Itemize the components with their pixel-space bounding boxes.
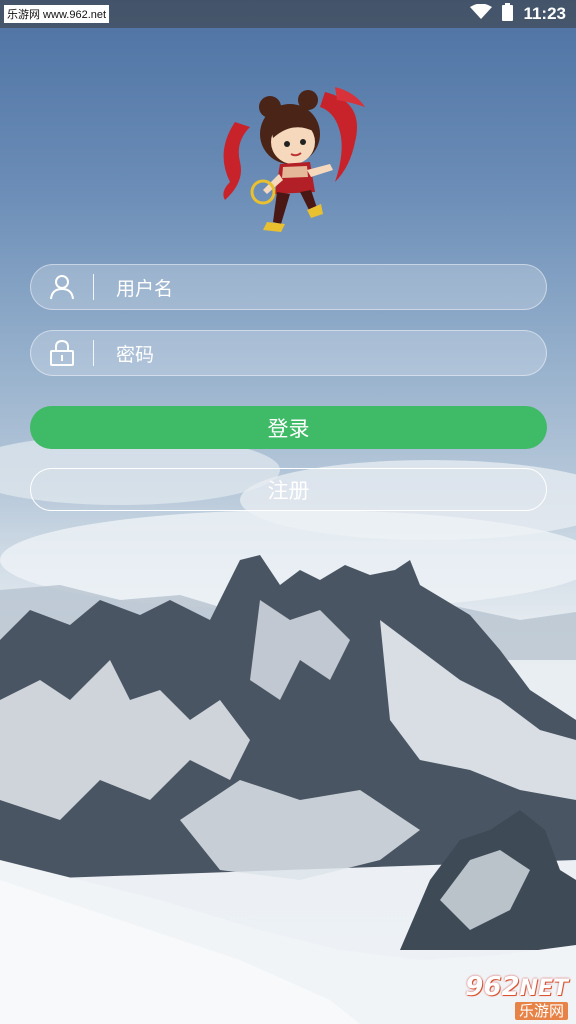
watermark-logo: 962NET <box>465 974 568 1002</box>
user-icon <box>31 274 93 300</box>
watermark-logo-number: 962 <box>465 972 520 1002</box>
watermark-sub: 乐游网 <box>514 1002 568 1020</box>
password-field[interactable]: 密码 <box>30 330 547 376</box>
login-button[interactable]: 登录 <box>30 406 547 449</box>
username-separator <box>93 274 94 300</box>
watermark-logo-suffix: NET <box>519 976 568 1001</box>
watermark-962: 962NET 乐游网 <box>434 974 568 1020</box>
status-icons: 11:23 <box>470 3 566 25</box>
register-button[interactable]: 注册 <box>30 468 547 511</box>
status-clock: 11:23 <box>523 4 566 23</box>
status-watermark: 乐游网 www.962.net <box>4 5 110 23</box>
battery-icon <box>502 3 514 25</box>
lock-icon <box>31 340 93 366</box>
status-bar: 乐游网 www.962.net 11:23 <box>0 0 576 28</box>
username-field[interactable]: 用户名 <box>30 264 547 310</box>
password-separator <box>93 340 94 366</box>
wifi-icon <box>470 3 493 24</box>
password-placeholder: 密码 <box>116 343 155 366</box>
mascot-logo <box>215 82 365 242</box>
username-placeholder: 用户名 <box>116 277 174 300</box>
